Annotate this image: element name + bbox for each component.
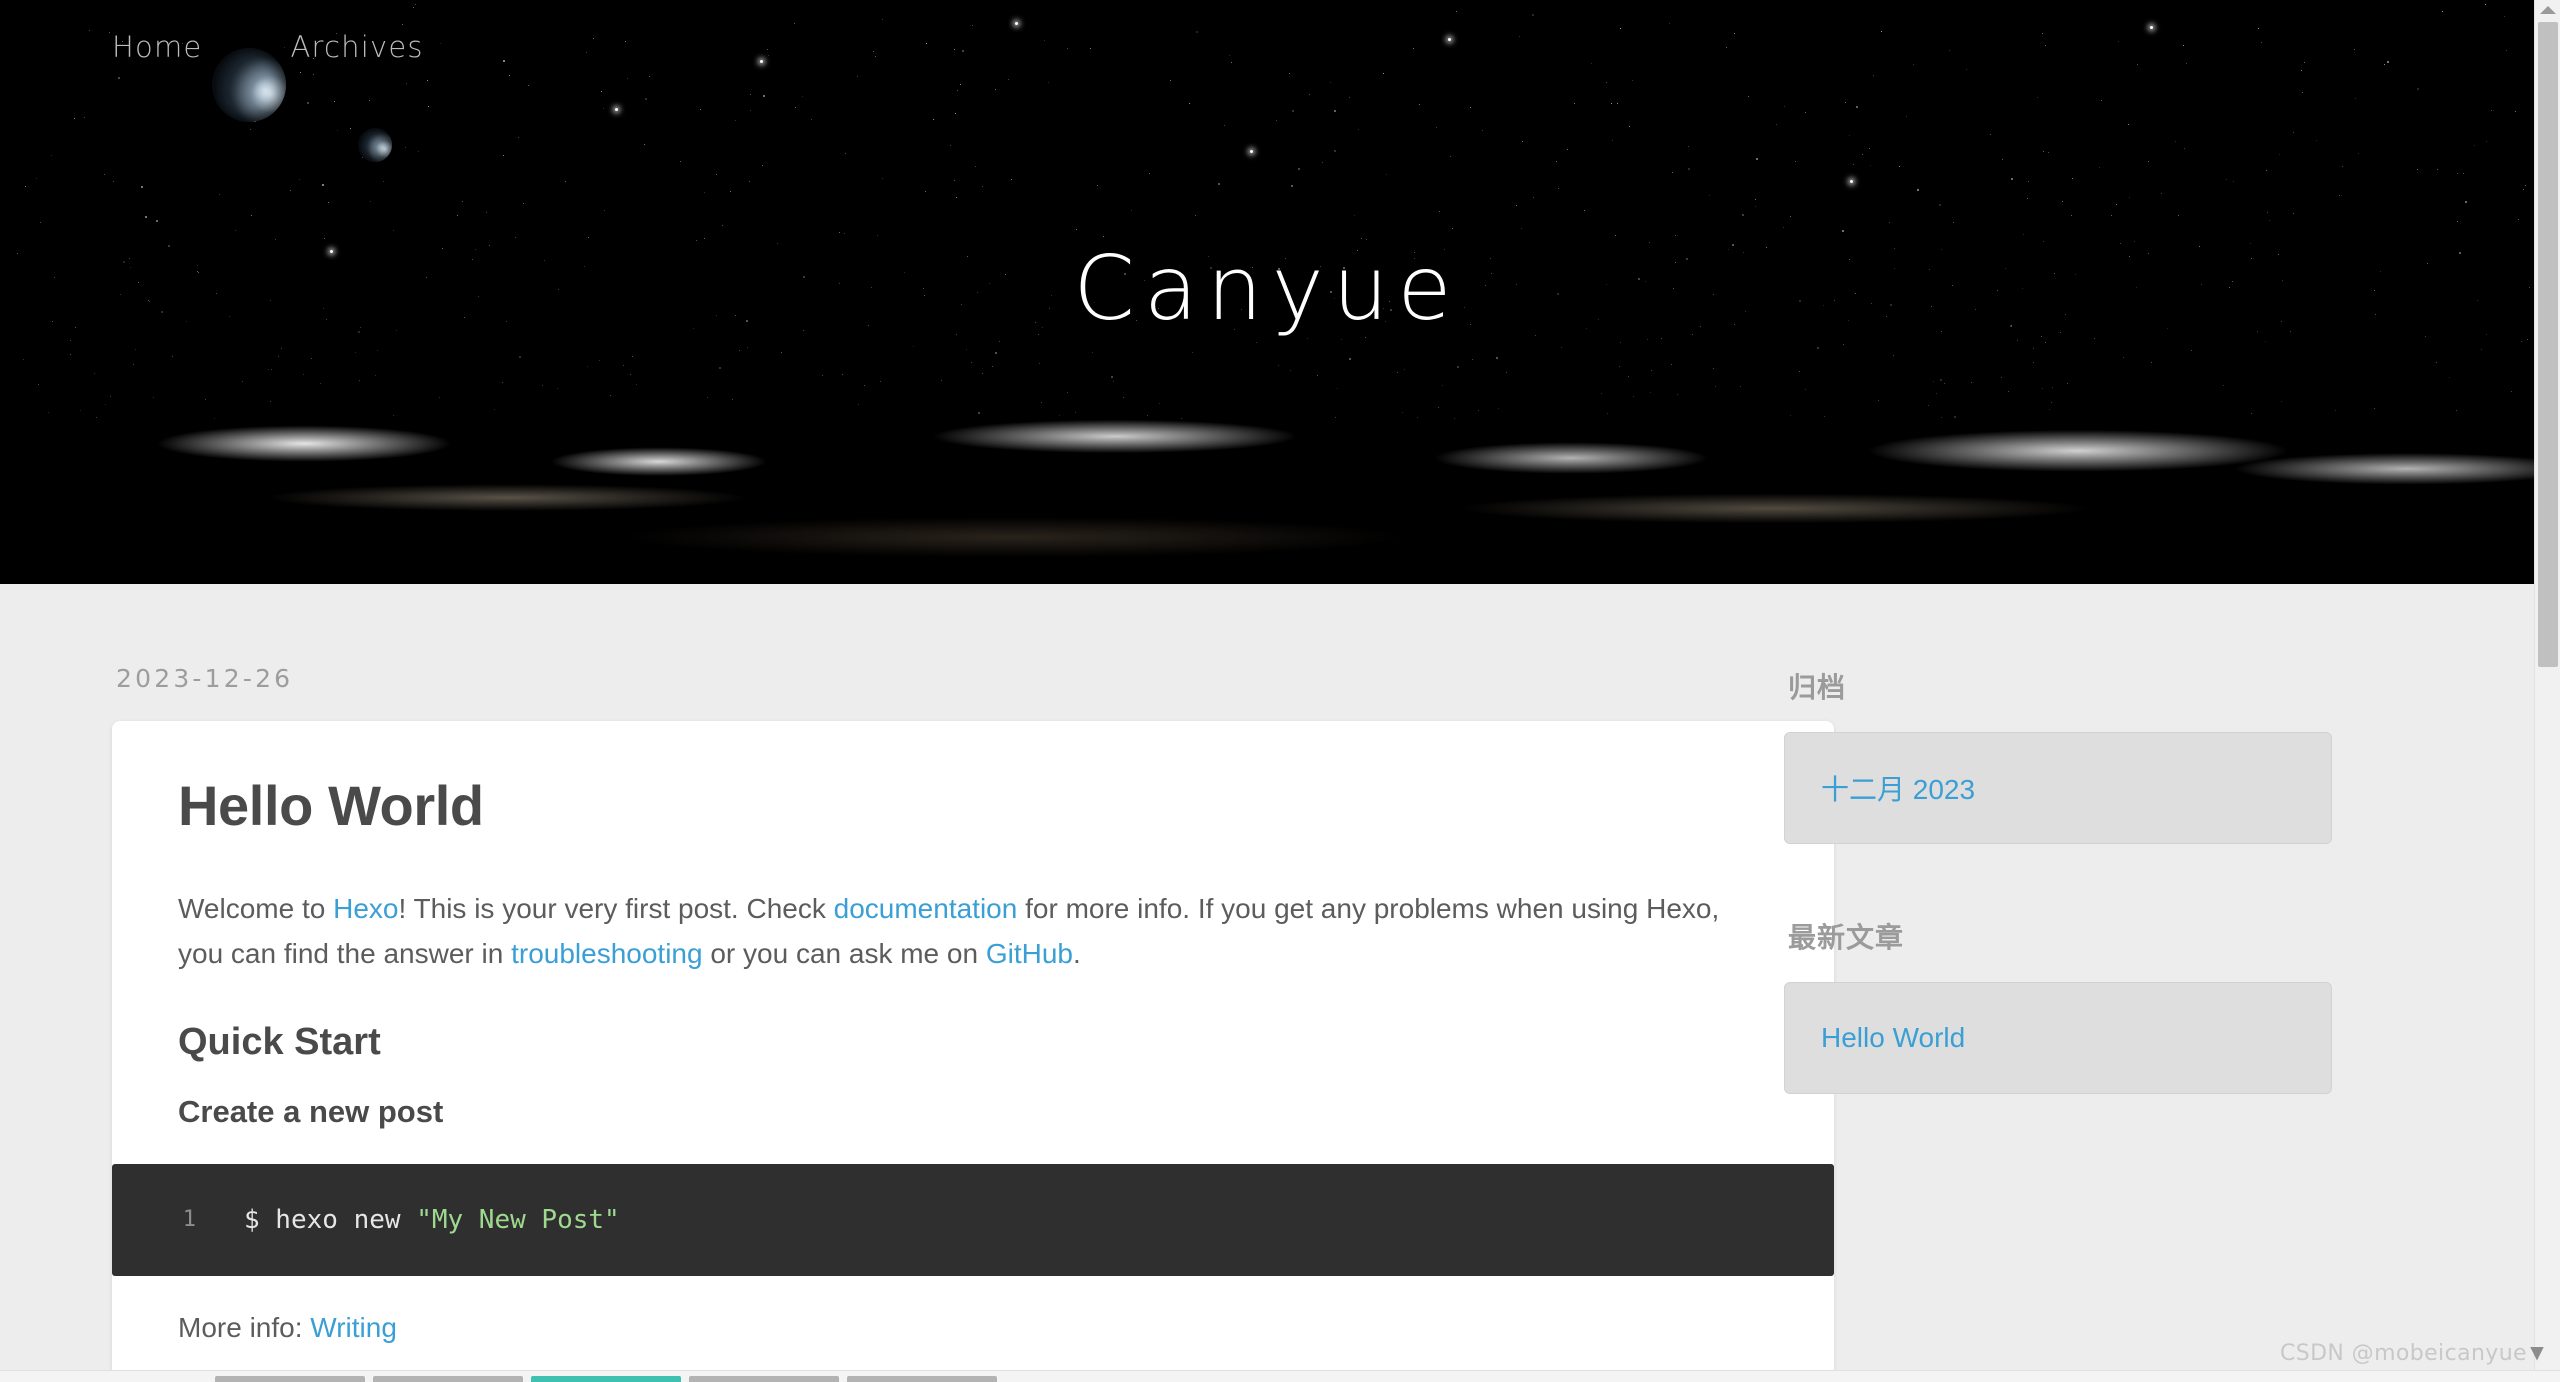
more-info-line: More info: Writing bbox=[178, 1312, 1768, 1344]
watermark: CSDN @mobeicanyue bbox=[2280, 1341, 2544, 1366]
link-hexo[interactable]: Hexo bbox=[333, 893, 398, 924]
more-info-label: More info: bbox=[178, 1311, 311, 1343]
code-block: 1 $ hexo new "My New Post" bbox=[112, 1163, 1834, 1276]
taskbar-segment-3[interactable] bbox=[531, 1376, 681, 1382]
main-column: 2023-12-26 Hello World Welcome to Hexo! … bbox=[0, 664, 1834, 1370]
scroll-up-arrow-icon[interactable] bbox=[2539, 6, 2556, 14]
link-troubleshooting[interactable]: troubleshooting bbox=[511, 938, 702, 969]
heading-quick-start: Quick Start bbox=[178, 1020, 381, 1063]
site-banner: Home Archives Canyue bbox=[0, 0, 2534, 584]
taskbar-segment-1[interactable] bbox=[215, 1376, 365, 1382]
taskbar-segment-2[interactable] bbox=[373, 1376, 523, 1382]
sidebar: 归档 十二月 2023 最新文章 Hello World bbox=[1722, 664, 2422, 1166]
link-github[interactable]: GitHub bbox=[986, 938, 1073, 969]
site-title: Canyue bbox=[0, 0, 2534, 584]
intro-text-4: or you can ask me on bbox=[702, 938, 986, 970]
vertical-scrollbar[interactable] bbox=[2534, 0, 2560, 1370]
heading-create-new-post: Create a new post bbox=[178, 1093, 444, 1129]
code-string-literal: "My New Post" bbox=[416, 1204, 620, 1235]
code-line-number: 1 bbox=[182, 1207, 196, 1233]
sidebar-card-recent-posts: Hello World bbox=[1784, 982, 2332, 1094]
sidebar-heading-archives: 归档 bbox=[1788, 672, 1847, 703]
intro-text-5: . bbox=[1073, 938, 1081, 970]
content-wrapper: 2023-12-26 Hello World Welcome to Hexo! … bbox=[0, 584, 2534, 1370]
post-title: Hello World bbox=[178, 774, 484, 837]
taskbar-segment-4[interactable] bbox=[689, 1376, 839, 1382]
site-title-text: Canyue bbox=[1073, 236, 1461, 340]
sidebar-item-archive-month[interactable]: 十二月 2023 bbox=[1821, 768, 1975, 808]
link-documentation[interactable]: documentation bbox=[834, 893, 1018, 924]
link-writing[interactable]: Writing bbox=[310, 1312, 397, 1343]
os-taskbar bbox=[0, 1370, 2560, 1382]
code-content: $ hexo new "My New Post" bbox=[204, 1205, 620, 1235]
watermark-mark-icon bbox=[2530, 1346, 2544, 1361]
page-scroll-area: Home Archives Canyue 2023-12-26 Hello Wo… bbox=[0, 0, 2534, 1370]
intro-text-1: Welcome to bbox=[178, 893, 334, 924]
post-date: 2023-12-26 bbox=[116, 664, 294, 693]
taskbar-segment-5[interactable] bbox=[847, 1376, 997, 1382]
sidebar-item-recent-post[interactable]: Hello World bbox=[1821, 1022, 1965, 1054]
sidebar-heading-recent-posts: 最新文章 bbox=[1788, 922, 1905, 953]
watermark-text: CSDN @mobeicanyue bbox=[2279, 1341, 2527, 1366]
sidebar-card-archives: 十二月 2023 bbox=[1784, 732, 2332, 844]
post-intro-paragraph: Welcome to Hexo! This is your very first… bbox=[178, 886, 1768, 977]
post-card: Hello World Welcome to Hexo! This is you… bbox=[112, 721, 1834, 1370]
code-command: $ hexo new bbox=[244, 1204, 417, 1235]
browser-viewport: Home Archives Canyue 2023-12-26 Hello Wo… bbox=[0, 0, 2560, 1382]
scrollbar-thumb[interactable] bbox=[2538, 22, 2558, 667]
intro-text-2: ! This is your very first post. Check bbox=[398, 893, 834, 924]
